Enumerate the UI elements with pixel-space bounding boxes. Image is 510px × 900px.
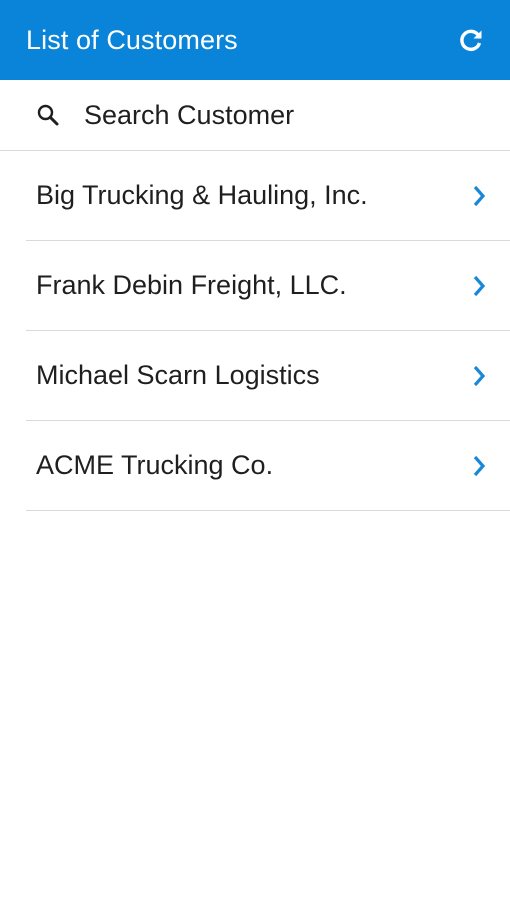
- chevron-right-icon: [470, 274, 488, 298]
- customer-list-item[interactable]: Big Trucking & Hauling, Inc.: [26, 151, 510, 241]
- customer-list-item[interactable]: Michael Scarn Logistics: [26, 331, 510, 421]
- customer-name: Frank Debin Freight, LLC.: [36, 270, 347, 300]
- search-icon: [36, 103, 60, 127]
- search-bar: [0, 80, 510, 151]
- app-header: List of Customers: [0, 0, 510, 80]
- customer-name: ACME Trucking Co.: [36, 450, 274, 480]
- customer-name: Michael Scarn Logistics: [36, 360, 320, 390]
- customer-list: Big Trucking & Hauling, Inc. Frank Debin…: [0, 151, 510, 511]
- page-title: List of Customers: [26, 24, 238, 55]
- customer-name: Big Trucking & Hauling, Inc.: [36, 180, 368, 210]
- customer-list-item[interactable]: Frank Debin Freight, LLC.: [26, 241, 510, 331]
- chevron-right-icon: [470, 364, 488, 388]
- app-screen: List of Customers Big Trucking & Hauling…: [0, 0, 510, 900]
- refresh-icon: [460, 29, 482, 51]
- customer-list-item[interactable]: ACME Trucking Co.: [26, 421, 510, 511]
- chevron-right-icon: [470, 184, 488, 208]
- refresh-button[interactable]: [454, 23, 488, 57]
- search-input[interactable]: [84, 99, 464, 131]
- chevron-right-icon: [470, 454, 488, 478]
